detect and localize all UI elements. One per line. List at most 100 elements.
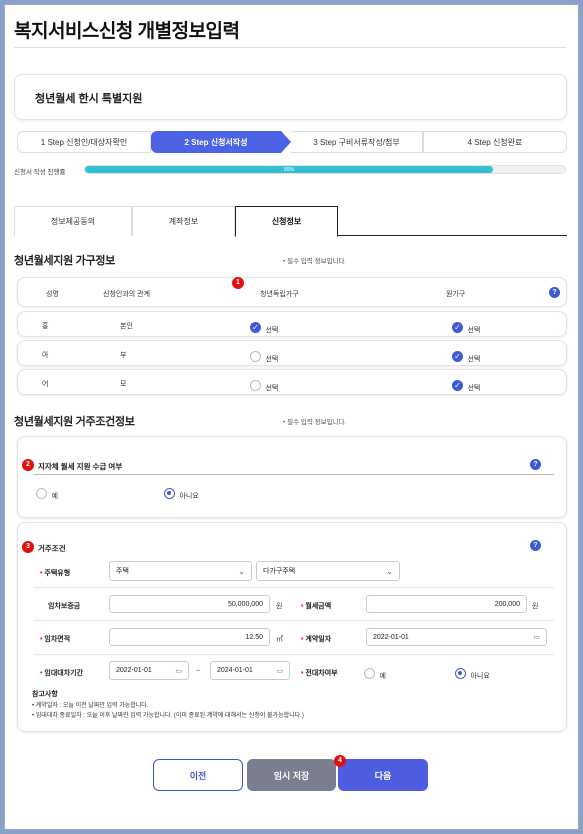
row-orig-select[interactable]: ✓ 선택 bbox=[452, 348, 480, 366]
header-relation: 신청인과의 관계 bbox=[103, 291, 151, 298]
area-label: • 임차면적 bbox=[40, 636, 71, 643]
rent-label-text: 월세금액 bbox=[305, 603, 332, 610]
progress-label: 신청서 작성 진행률 bbox=[14, 169, 66, 176]
row-relation: 본인 bbox=[120, 323, 133, 330]
badge-3: 3 bbox=[22, 541, 34, 553]
lease-end-input[interactable]: 2024-01-01 ▭ bbox=[210, 661, 290, 680]
sublease-label: • 전대차여부 bbox=[301, 670, 338, 677]
radio-on-icon bbox=[455, 668, 466, 680]
badge-4: 4 bbox=[334, 755, 346, 767]
row-name: 아 bbox=[42, 352, 49, 359]
deposit-unit: 원 bbox=[276, 603, 283, 610]
row-orig-label: 선택 bbox=[467, 327, 481, 334]
divider bbox=[34, 620, 554, 621]
deposit-input[interactable]: 50,000,000 bbox=[109, 595, 270, 613]
check-icon: ✓ bbox=[452, 351, 463, 363]
header-original: 원가구 bbox=[446, 291, 466, 298]
radio-off-icon bbox=[36, 488, 47, 500]
local-support-yes[interactable]: 예 bbox=[36, 485, 58, 503]
row-orig-select[interactable]: ✓ 선택 bbox=[452, 319, 480, 337]
lease-period-label-text: 임대대차기간 bbox=[44, 670, 84, 677]
row-relation: 모 bbox=[120, 381, 127, 388]
row-name: 홍 bbox=[42, 323, 49, 330]
housing-subtype-select[interactable]: 다가구주택 ⌄ bbox=[256, 561, 400, 581]
contract-date-input[interactable]: 2022-01-01 ▭ bbox=[366, 628, 547, 646]
chevron-down-icon: ⌄ bbox=[238, 566, 245, 576]
radio-off-icon bbox=[364, 668, 375, 680]
sublease-no[interactable]: 아니요 bbox=[455, 665, 490, 683]
household-row: 아 부 선택 ✓ 선택 bbox=[17, 340, 567, 366]
sublease-label-text: 전대차여부 bbox=[305, 670, 338, 677]
page-title: 복지서비스신청 개별정보입력 bbox=[14, 21, 240, 42]
divider bbox=[34, 587, 554, 588]
condition-help-icon[interactable]: ? bbox=[530, 540, 541, 551]
prev-button[interactable]: 이전 bbox=[153, 759, 243, 791]
row-youth-label: 선택 bbox=[265, 356, 279, 363]
row-youth-select[interactable]: 선택 bbox=[250, 348, 278, 366]
contract-date-value: 2022-01-01 bbox=[373, 633, 409, 641]
opt-yes-label: 예 bbox=[51, 493, 58, 500]
check-icon: ✓ bbox=[452, 380, 463, 392]
notes-title: 참고사항 bbox=[32, 691, 58, 698]
step-2-active: 2 Step 신청서작성 bbox=[151, 131, 281, 153]
contract-label-text: 계약일자 bbox=[305, 636, 332, 643]
required-note-text: 필수 입력 정보입니다. bbox=[287, 419, 347, 426]
radio-on-icon bbox=[164, 488, 175, 500]
housing-type-label-text: 주택유형 bbox=[44, 570, 71, 577]
step-4: 4 Step 신청완료 bbox=[423, 131, 567, 153]
tab-account[interactable]: 계좌정보 bbox=[132, 206, 235, 236]
row-youth-label: 선택 bbox=[265, 385, 279, 392]
opt-no-label: 아니요 bbox=[179, 493, 199, 500]
household-header-card: 성명 신청인과의 관계 청년독립가구 원가구 ? bbox=[17, 277, 567, 307]
calendar-icon[interactable]: ▭ bbox=[175, 667, 182, 675]
check-icon: ✓ bbox=[452, 322, 463, 334]
lease-period-label: • 임대대차기간 bbox=[40, 670, 84, 677]
housing-required-note: • 필수 입력 정보입니다. bbox=[283, 419, 347, 426]
household-required-note: • 필수 입력 정보입니다. bbox=[283, 258, 347, 265]
row-orig-label: 선택 bbox=[467, 356, 481, 363]
row-name: 어 bbox=[42, 381, 49, 388]
local-support-no[interactable]: 아니요 bbox=[164, 485, 199, 503]
housing-subtype-value: 다가구주택 bbox=[263, 568, 296, 575]
row-youth-select[interactable]: ✓ 선택 bbox=[250, 319, 278, 337]
divider bbox=[34, 474, 554, 475]
badge-1: 1 bbox=[232, 277, 244, 289]
check-icon: ✓ bbox=[250, 322, 261, 334]
row-relation: 부 bbox=[120, 352, 127, 359]
area-unit: ㎡ bbox=[276, 636, 283, 643]
lease-start-input[interactable]: 2022-01-01 ▭ bbox=[109, 661, 189, 680]
progress-bar: 85% bbox=[84, 165, 566, 174]
header-name: 성명 bbox=[46, 291, 59, 298]
local-support-card: 2 지자체 월세 지원 수급 여부 ? 예 아니요 bbox=[17, 436, 567, 518]
sublease-yes[interactable]: 예 bbox=[364, 665, 386, 683]
temp-save-button[interactable]: 임시 저장 bbox=[247, 759, 336, 791]
chevron-down-icon: ⌄ bbox=[386, 566, 393, 576]
row-orig-label: 선택 bbox=[467, 385, 481, 392]
sublease-yes-label: 예 bbox=[379, 673, 386, 680]
area-label-text: 임차면적 bbox=[44, 636, 71, 643]
header-youth-independent: 청년독립가구 bbox=[260, 291, 299, 298]
unchecked-circle-icon bbox=[250, 380, 261, 392]
note-item: • 임대대차 종료일자 : 오늘 이후 날짜만 입력 가능합니다. (이미 종료… bbox=[32, 713, 304, 719]
tab-consent[interactable]: 정보제공동의 bbox=[14, 206, 132, 236]
local-support-help-icon[interactable]: ? bbox=[530, 459, 541, 470]
row-orig-select[interactable]: ✓ 선택 bbox=[452, 377, 480, 395]
row-youth-label: 선택 bbox=[265, 327, 279, 334]
rent-input[interactable]: 200,000 bbox=[366, 595, 527, 613]
row-youth-select[interactable]: 선택 bbox=[250, 377, 278, 395]
housing-type-value: 주택 bbox=[116, 568, 129, 575]
household-row: 홍 본인 ✓ 선택 ✓ 선택 bbox=[17, 311, 567, 337]
calendar-icon[interactable]: ▭ bbox=[276, 667, 283, 675]
step-3: 3 Step 구비서류작성/첨부 bbox=[291, 131, 423, 153]
housing-type-select[interactable]: 주택 ⌄ bbox=[109, 561, 252, 581]
step-1: 1 Step 신청인/대상자확인 bbox=[17, 131, 151, 153]
calendar-icon[interactable]: ▭ bbox=[533, 633, 540, 641]
unchecked-circle-icon bbox=[250, 351, 261, 363]
tab-application-info[interactable]: 신청정보 bbox=[235, 206, 338, 237]
lease-end-value: 2024-01-01 bbox=[217, 667, 253, 674]
required-note-text: 필수 입력 정보입니다. bbox=[287, 258, 347, 265]
household-help-icon[interactable]: ? bbox=[549, 287, 560, 298]
next-button[interactable]: 다음 bbox=[338, 759, 428, 791]
progress-fill: 85% bbox=[85, 166, 493, 173]
area-input[interactable]: 12.50 bbox=[109, 628, 270, 646]
